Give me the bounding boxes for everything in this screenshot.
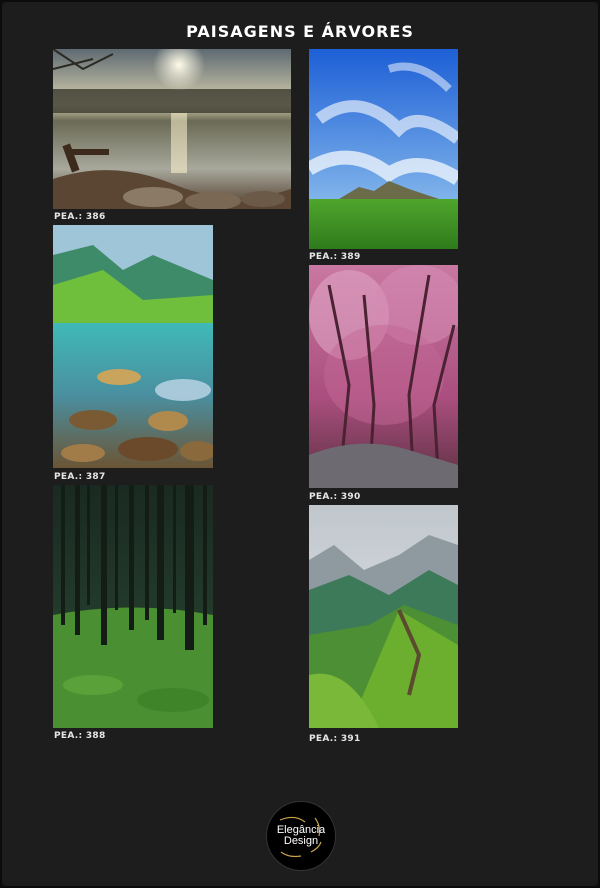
photo-387 [53, 225, 213, 468]
page-title: PAISAGENS E ÁRVORES [186, 22, 414, 41]
caption-391: PEA.: 391 [309, 734, 361, 744]
logo-line-2: Design [283, 835, 319, 847]
caption-390: PEA.: 390 [309, 492, 361, 502]
photo-386 [53, 49, 291, 209]
photo-390 [309, 265, 458, 488]
photo-388 [53, 485, 213, 728]
caption-388: PEA.: 388 [54, 731, 106, 741]
caption-387: PEA.: 387 [54, 472, 106, 482]
photo-389 [309, 49, 458, 249]
brand-logo: Elegância Design [266, 801, 336, 871]
photo-391 [309, 505, 458, 728]
caption-386: PEA.: 386 [54, 212, 106, 222]
caption-389: PEA.: 389 [309, 252, 361, 262]
